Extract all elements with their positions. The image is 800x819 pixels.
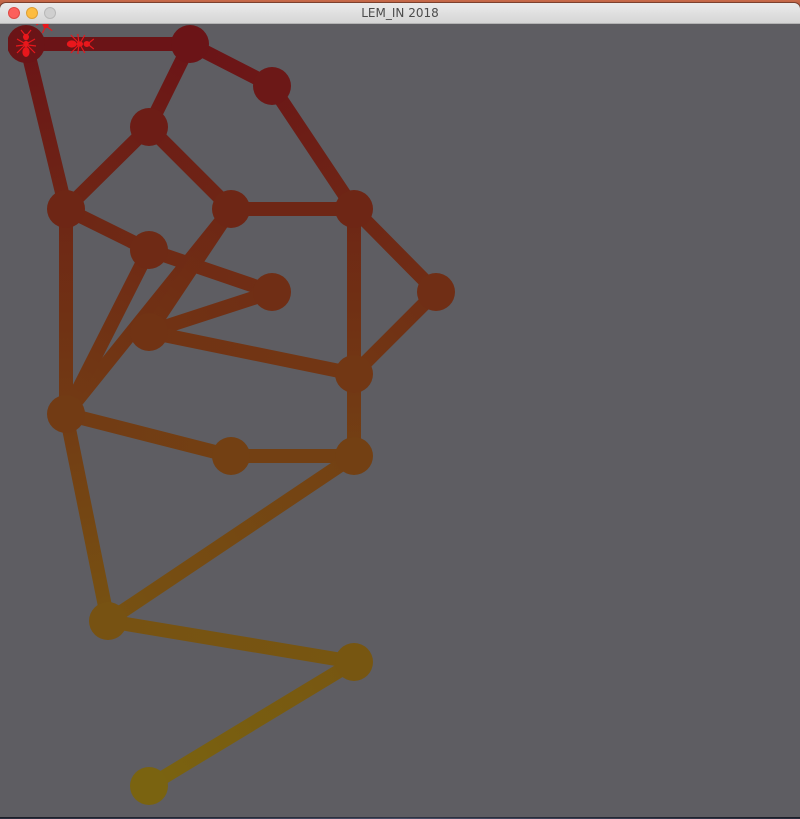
room-r13 xyxy=(335,437,373,475)
title-bar[interactable]: LEM_IN 2018 xyxy=(0,3,800,24)
room-r6 xyxy=(130,231,168,269)
window-title: LEM_IN 2018 xyxy=(361,6,439,20)
room-r15 xyxy=(335,643,373,681)
link-r15-r17 xyxy=(142,655,361,793)
link-r16-r15 xyxy=(101,614,361,669)
room-r10 xyxy=(130,313,168,351)
graph-visualization xyxy=(8,24,455,805)
link-r13-r16 xyxy=(101,449,361,628)
room-r3 xyxy=(130,108,168,146)
link-r12-r14 xyxy=(59,407,238,463)
link-r0-r4 xyxy=(19,37,73,216)
room-r16 xyxy=(89,602,127,640)
rooms-layer xyxy=(8,25,455,805)
room-r12 xyxy=(47,395,85,433)
room-r7 xyxy=(212,190,250,228)
link-r2-r5 xyxy=(265,79,361,216)
room-r8 xyxy=(253,273,291,311)
room-r17 xyxy=(130,767,168,805)
app-window: LEM_IN 2018 xyxy=(0,3,800,817)
room-r2 xyxy=(253,67,291,105)
room-r11 xyxy=(417,273,455,311)
link-r12-r16 xyxy=(59,407,115,628)
room-r1 xyxy=(171,25,209,63)
graph-canvas xyxy=(8,24,797,812)
link-r10-r9 xyxy=(142,325,361,381)
room-r4 xyxy=(47,190,85,228)
room-r5 xyxy=(335,190,373,228)
room-r9 xyxy=(335,355,373,393)
links-layer xyxy=(19,37,443,793)
room-r14 xyxy=(212,437,250,475)
